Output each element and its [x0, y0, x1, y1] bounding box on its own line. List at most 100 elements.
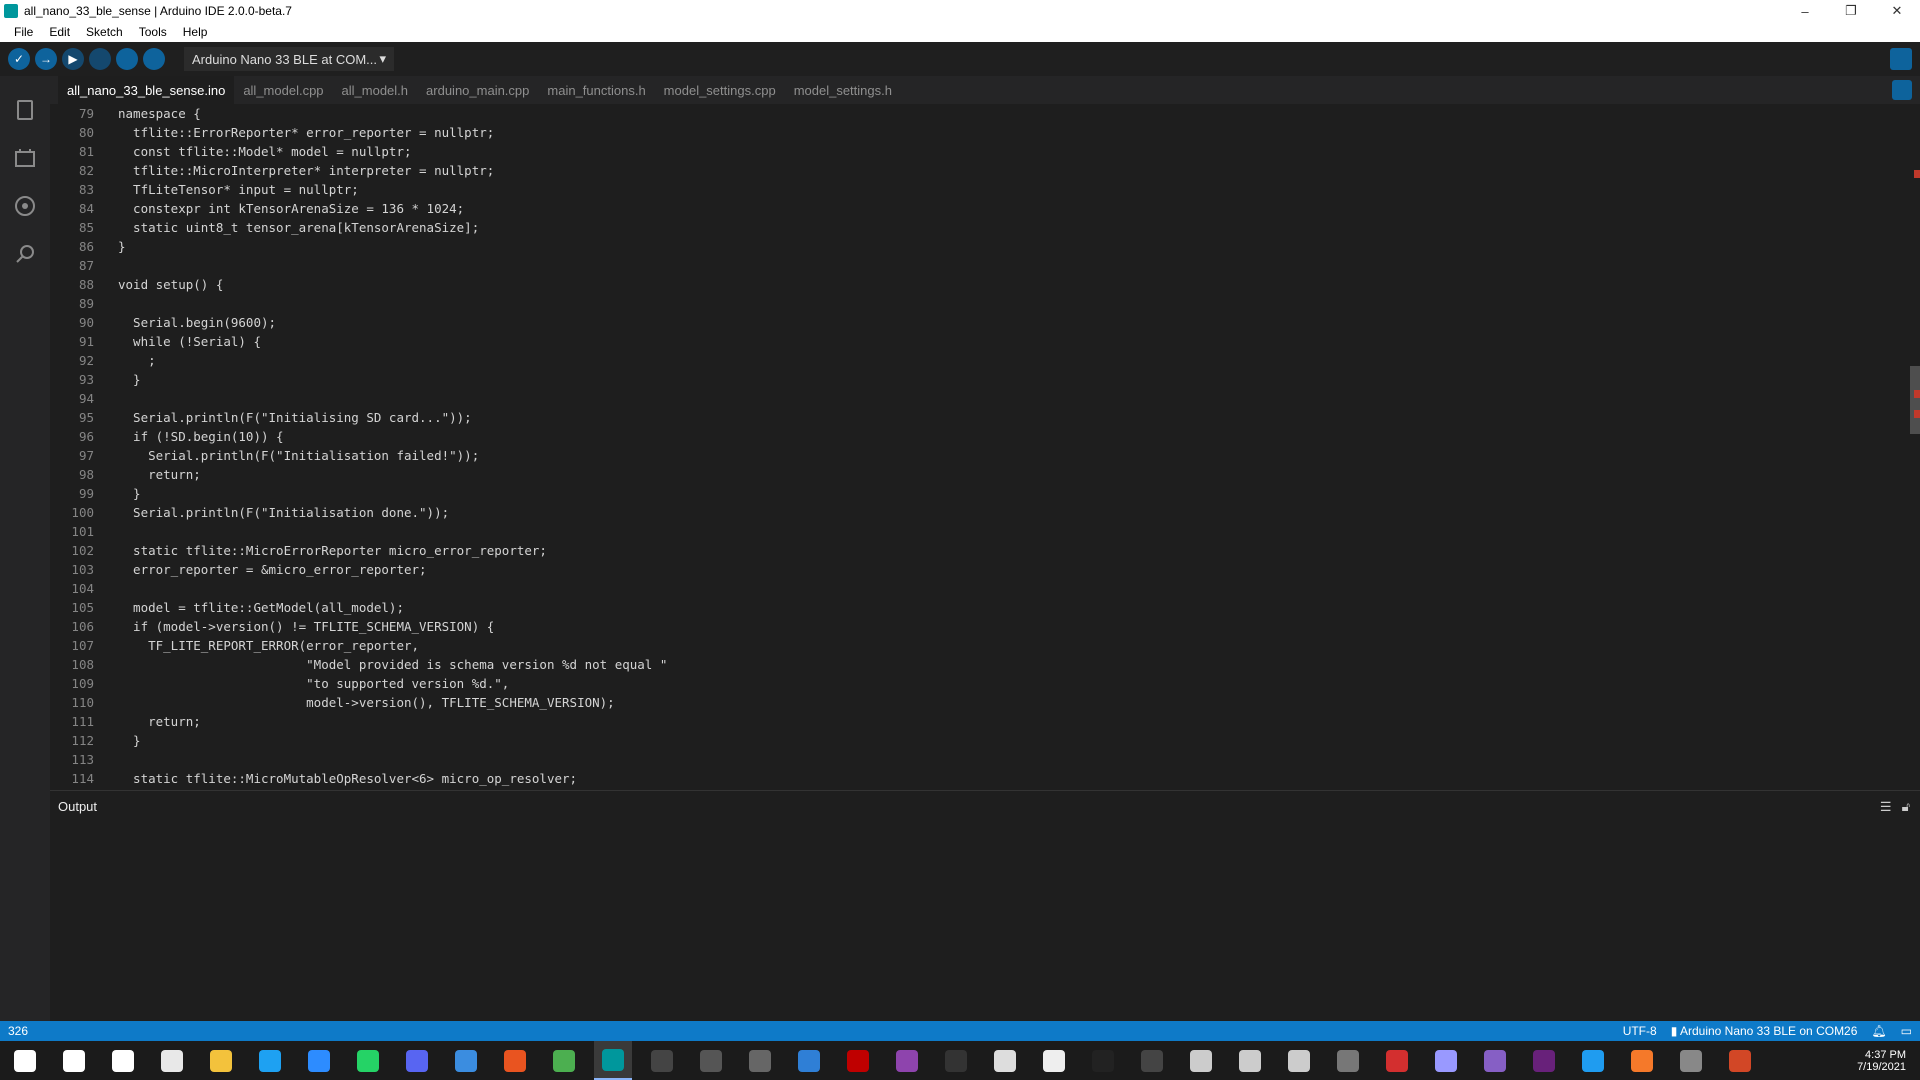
code-text[interactable]: static tflite::MicroErrorReporter micro_…	[118, 541, 547, 560]
app-icon-2[interactable]	[447, 1041, 485, 1080]
debug-button[interactable]: ▶	[62, 48, 84, 70]
search-icon[interactable]	[11, 240, 39, 268]
code-line[interactable]: 104	[50, 579, 1910, 598]
task-view-icon[interactable]	[104, 1041, 142, 1080]
code-line[interactable]: 82 tflite::MicroInterpreter* interpreter…	[50, 161, 1910, 180]
save-sketch-button[interactable]	[143, 48, 165, 70]
code-line[interactable]: 87	[50, 256, 1910, 275]
tab-model-settings-h[interactable]: model_settings.h	[785, 76, 901, 104]
menu-file[interactable]: File	[6, 25, 41, 39]
code-text[interactable]: "to supported version %d.",	[118, 674, 509, 693]
code-line[interactable]: 110 model->version(), TFLITE_SCHEMA_VERS…	[50, 693, 1910, 712]
code-line[interactable]: 107 TF_LITE_REPORT_ERROR(error_reporter,	[50, 636, 1910, 655]
code-line[interactable]: 94	[50, 389, 1910, 408]
code-text[interactable]: model = tflite::GetModel(all_model);	[118, 598, 404, 617]
code-text[interactable]: model->version(), TFLITE_SCHEMA_VERSION)…	[118, 693, 615, 712]
system-clock[interactable]: 4:37 PM 7/19/2021	[1857, 1041, 1906, 1080]
library-manager-icon[interactable]	[11, 192, 39, 220]
arduino-ide-icon[interactable]	[594, 1041, 632, 1080]
unity-icon[interactable]	[1084, 1041, 1122, 1080]
lock-scroll-icon[interactable]: 🔓︎	[1902, 799, 1910, 815]
code-line[interactable]: 92 ;	[50, 351, 1910, 370]
code-line[interactable]: 105 model = tflite::GetModel(all_model);	[50, 598, 1910, 617]
clear-output-icon[interactable]: ☰	[1880, 799, 1892, 815]
file-explorer-icon[interactable]	[202, 1041, 240, 1080]
code-line[interactable]: 85 static uint8_t tensor_arena[kTensorAr…	[50, 218, 1910, 237]
app-icon-6[interactable]	[1035, 1041, 1073, 1080]
minimize-button[interactable]: –	[1782, 0, 1828, 22]
code-line[interactable]: 90 Serial.begin(9600);	[50, 313, 1910, 332]
code-line[interactable]: 114 static tflite::MicroMutableOpResolve…	[50, 769, 1910, 788]
code-text[interactable]: Serial.println(F("Initialisation done.")…	[118, 503, 449, 522]
code-text[interactable]: }	[118, 731, 141, 750]
code-text[interactable]: if (model->version() != TFLITE_SCHEMA_VE…	[118, 617, 494, 636]
code-text[interactable]: error_reporter = &micro_error_reporter;	[118, 560, 427, 579]
code-text[interactable]: void setup() {	[118, 275, 223, 294]
output-panel[interactable]	[50, 822, 1920, 1021]
code-line[interactable]: 97 Serial.println(F("Initialisation fail…	[50, 446, 1910, 465]
upload-button[interactable]: →	[35, 48, 57, 70]
code-line[interactable]: 89	[50, 294, 1910, 313]
unreal-icon[interactable]	[1182, 1041, 1220, 1080]
code-text[interactable]: TfLiteTensor* input = nullptr;	[118, 180, 359, 199]
code-line[interactable]: 95 Serial.println(F("Initialising SD car…	[50, 408, 1910, 427]
unreal-icon-2[interactable]	[1231, 1041, 1269, 1080]
code-text[interactable]: return;	[118, 465, 201, 484]
code-line[interactable]: 91 while (!Serial) {	[50, 332, 1910, 351]
code-line[interactable]: 93 }	[50, 370, 1910, 389]
code-text[interactable]: return;	[118, 712, 201, 731]
code-text[interactable]: constexpr int kTensorArenaSize = 136 * 1…	[118, 199, 464, 218]
app-icon-7[interactable]	[1133, 1041, 1171, 1080]
code-text[interactable]: tflite::ErrorReporter* error_reporter = …	[118, 123, 494, 142]
app-icon-9[interactable]	[1378, 1041, 1416, 1080]
discord-icon[interactable]	[398, 1041, 436, 1080]
github-icon[interactable]	[888, 1041, 926, 1080]
code-text[interactable]: "Model provided is schema version %d not…	[118, 655, 667, 674]
windows-start-icon[interactable]	[6, 1041, 44, 1080]
app-icon-5[interactable]	[986, 1041, 1024, 1080]
tab-all-model-h[interactable]: all_model.h	[333, 76, 418, 104]
code-line[interactable]: 96 if (!SD.begin(10)) {	[50, 427, 1910, 446]
boards-manager-icon[interactable]	[11, 144, 39, 172]
code-text[interactable]: }	[118, 484, 141, 503]
code-text[interactable]: }	[118, 370, 141, 389]
tab-all-model-cpp[interactable]: all_model.cpp	[234, 76, 332, 104]
app-icon-8[interactable]	[1329, 1041, 1367, 1080]
board-selector[interactable]: Arduino Nano 33 BLE at COM... ▾	[184, 47, 394, 71]
tab-menu-button[interactable]	[1892, 80, 1912, 100]
code-line[interactable]: 101	[50, 522, 1910, 541]
code-line[interactable]: 86}	[50, 237, 1910, 256]
code-text[interactable]: Serial.begin(9600);	[118, 313, 276, 332]
code-line[interactable]: 102 static tflite::MicroErrorReporter mi…	[50, 541, 1910, 560]
tab-all-nano-33-ble-sense-ino[interactable]: all_nano_33_ble_sense.ino	[58, 76, 235, 104]
code-text[interactable]: if (!SD.begin(10)) {	[118, 427, 284, 446]
code-text[interactable]: static tflite::MicroMutableOpResolver<6>…	[118, 769, 577, 788]
app-icon-3[interactable]	[496, 1041, 534, 1080]
code-text[interactable]: Serial.println(F("Initialising SD card..…	[118, 408, 472, 427]
menu-edit[interactable]: Edit	[41, 25, 78, 39]
menu-tools[interactable]: Tools	[131, 25, 175, 39]
scrollbar-thumb[interactable]	[1910, 366, 1920, 434]
terminal-icon[interactable]	[643, 1041, 681, 1080]
blender-icon[interactable]	[1623, 1041, 1661, 1080]
app-icon-10[interactable]	[1672, 1041, 1710, 1080]
app-icon-4[interactable]	[741, 1041, 779, 1080]
code-line[interactable]: 84 constexpr int kTensorArenaSize = 136 …	[50, 199, 1910, 218]
vscode-icon[interactable]	[1574, 1041, 1612, 1080]
code-text[interactable]: Serial.println(F("Initialisation failed!…	[118, 446, 479, 465]
sketchbook-icon[interactable]	[11, 96, 39, 124]
status-board[interactable]: ▮ Arduino Nano 33 BLE on COM26	[1671, 1024, 1858, 1038]
code-line[interactable]: 113	[50, 750, 1910, 769]
code-text[interactable]: namespace {	[118, 104, 201, 123]
folder-icon[interactable]	[790, 1041, 828, 1080]
code-line[interactable]: 109 "to supported version %d.",	[50, 674, 1910, 693]
code-editor[interactable]: 79 namespace {80 tflite::ErrorReporter* e…	[50, 104, 1910, 790]
code-line[interactable]: 112 }	[50, 731, 1910, 750]
code-line[interactable]: 100 Serial.println(F("Initialisation don…	[50, 503, 1910, 522]
code-line[interactable]: 83 TfLiteTensor* input = nullptr;	[50, 180, 1910, 199]
visual-studio-icon-2[interactable]	[1525, 1041, 1563, 1080]
chrome-icon[interactable]	[545, 1041, 583, 1080]
code-line[interactable]: 103 error_reporter = &micro_error_report…	[50, 560, 1910, 579]
unreal-icon-3[interactable]	[1280, 1041, 1318, 1080]
code-line[interactable]: 106 if (model->version() != TFLITE_SCHEM…	[50, 617, 1910, 636]
